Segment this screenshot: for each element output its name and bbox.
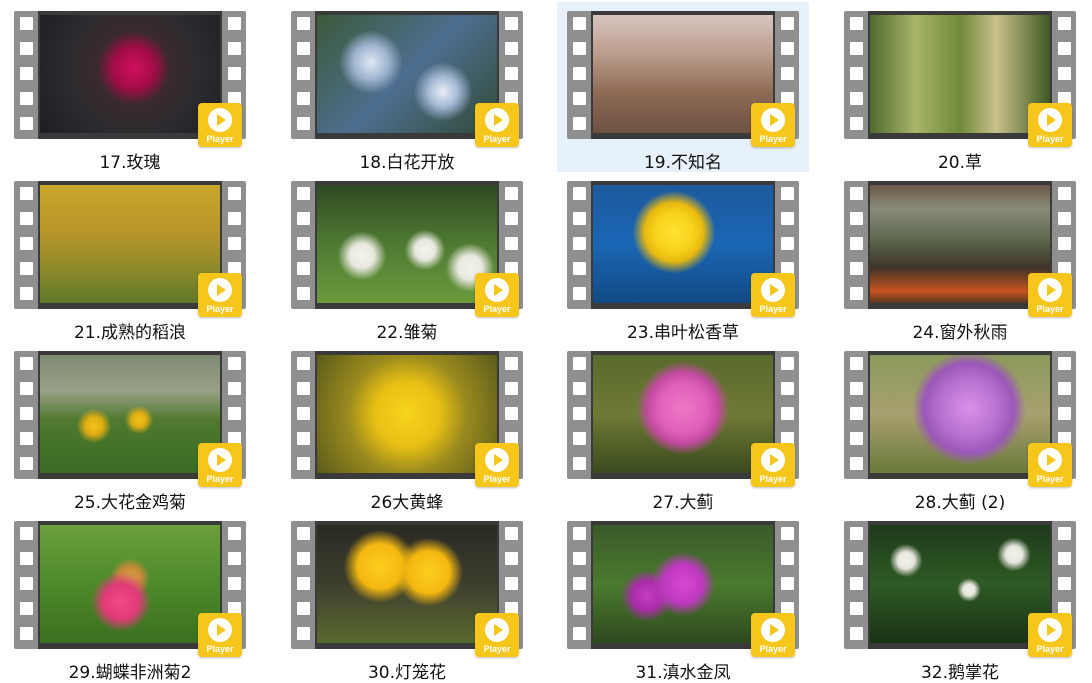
video-title: 26大黄蜂 bbox=[370, 493, 444, 513]
play-icon bbox=[761, 618, 785, 642]
video-title: 30.灯笼花 bbox=[367, 663, 447, 683]
player-badge[interactable]: Player bbox=[475, 443, 519, 487]
film-strip-thumbnail: Player bbox=[14, 11, 246, 147]
video-preview-image bbox=[870, 185, 1050, 303]
video-item[interactable]: Player 27.大蓟 bbox=[557, 342, 809, 513]
video-item[interactable]: Player 18.白花开放 bbox=[281, 2, 533, 173]
play-icon bbox=[208, 108, 232, 132]
video-preview-image bbox=[317, 525, 497, 643]
player-badge[interactable]: Player bbox=[1028, 103, 1072, 147]
video-item[interactable]: Player 23.串叶松香草 bbox=[557, 172, 809, 343]
play-icon bbox=[485, 278, 509, 302]
film-strip-thumbnail: Player bbox=[291, 521, 523, 657]
player-badge[interactable]: Player bbox=[1028, 273, 1072, 317]
video-title: 28.大蓟 (2) bbox=[914, 493, 1006, 513]
video-item[interactable]: Player 26大黄蜂 bbox=[281, 342, 533, 513]
video-preview-image bbox=[870, 15, 1050, 133]
video-title: 29.蝴蝶非洲菊2 bbox=[68, 663, 192, 683]
video-item[interactable]: Player 29.蝴蝶非洲菊2 bbox=[4, 512, 256, 683]
video-item[interactable]: Player 20.草 bbox=[834, 2, 1086, 173]
video-preview-image bbox=[317, 355, 497, 473]
video-preview-image bbox=[593, 525, 773, 643]
film-strip-thumbnail: Player bbox=[291, 181, 523, 317]
video-item[interactable]: Player 32.鹅掌花 bbox=[834, 512, 1086, 683]
film-strip-thumbnail: Player bbox=[291, 11, 523, 147]
play-icon bbox=[1038, 618, 1062, 642]
film-strip-thumbnail: Player bbox=[844, 181, 1076, 317]
video-item[interactable]: Player 31.滇水金凤 bbox=[557, 512, 809, 683]
play-icon bbox=[1038, 108, 1062, 132]
player-badge[interactable]: Player bbox=[198, 613, 242, 657]
video-title: 18.白花开放 bbox=[359, 153, 455, 173]
player-badge[interactable]: Player bbox=[751, 613, 795, 657]
film-strip-thumbnail: Player bbox=[567, 521, 799, 657]
player-badge[interactable]: Player bbox=[1028, 443, 1072, 487]
player-badge[interactable]: Player bbox=[475, 273, 519, 317]
film-strip-thumbnail: Player bbox=[844, 351, 1076, 487]
video-thumbnail-grid: Player 17.玫瑰 Player 18.白花开放 Player 19.不知… bbox=[0, 0, 1092, 683]
play-icon bbox=[208, 278, 232, 302]
video-item[interactable]: Player 17.玫瑰 bbox=[4, 2, 256, 173]
film-strip-thumbnail: Player bbox=[844, 11, 1076, 147]
video-preview-image bbox=[317, 185, 497, 303]
film-strip-thumbnail: Player bbox=[844, 521, 1076, 657]
film-strip-thumbnail: Player bbox=[567, 351, 799, 487]
video-preview-image bbox=[40, 15, 220, 133]
video-item[interactable]: Player 19.不知名 bbox=[557, 2, 809, 173]
player-badge[interactable]: Player bbox=[751, 443, 795, 487]
video-preview-image bbox=[593, 355, 773, 473]
video-preview-image bbox=[593, 15, 773, 133]
video-title: 24.窗外秋雨 bbox=[912, 323, 1008, 343]
play-icon bbox=[485, 448, 509, 472]
video-preview-image bbox=[870, 355, 1050, 473]
video-preview-image bbox=[593, 185, 773, 303]
player-badge[interactable]: Player bbox=[751, 103, 795, 147]
film-strip-thumbnail: Player bbox=[14, 351, 246, 487]
video-title: 25.大花金鸡菊 bbox=[73, 493, 187, 513]
video-preview-image bbox=[870, 525, 1050, 643]
video-title: 22.雏菊 bbox=[376, 323, 438, 343]
play-icon bbox=[761, 278, 785, 302]
film-strip-thumbnail: Player bbox=[567, 181, 799, 317]
play-icon bbox=[761, 448, 785, 472]
video-title: 27.大蓟 bbox=[652, 493, 714, 513]
video-title: 23.串叶松香草 bbox=[626, 323, 740, 343]
film-strip-thumbnail: Player bbox=[291, 351, 523, 487]
video-title: 17.玫瑰 bbox=[99, 153, 161, 173]
player-badge[interactable]: Player bbox=[198, 103, 242, 147]
play-icon bbox=[761, 108, 785, 132]
player-badge[interactable]: Player bbox=[475, 103, 519, 147]
video-item[interactable]: Player 22.雏菊 bbox=[281, 172, 533, 343]
video-title: 19.不知名 bbox=[643, 153, 723, 173]
play-icon bbox=[208, 448, 232, 472]
play-icon bbox=[1038, 278, 1062, 302]
video-item[interactable]: Player 21.成熟的稻浪 bbox=[4, 172, 256, 343]
player-badge[interactable]: Player bbox=[198, 273, 242, 317]
play-icon bbox=[485, 108, 509, 132]
play-icon bbox=[1038, 448, 1062, 472]
play-icon bbox=[485, 618, 509, 642]
video-item[interactable]: Player 28.大蓟 (2) bbox=[834, 342, 1086, 513]
player-badge[interactable]: Player bbox=[475, 613, 519, 657]
video-item[interactable]: Player 24.窗外秋雨 bbox=[834, 172, 1086, 343]
video-preview-image bbox=[317, 15, 497, 133]
player-badge[interactable]: Player bbox=[751, 273, 795, 317]
video-preview-image bbox=[40, 525, 220, 643]
film-strip-thumbnail: Player bbox=[14, 521, 246, 657]
video-preview-image bbox=[40, 185, 220, 303]
video-title: 21.成熟的稻浪 bbox=[73, 323, 187, 343]
video-preview-image bbox=[40, 355, 220, 473]
player-badge[interactable]: Player bbox=[198, 443, 242, 487]
film-strip-thumbnail: Player bbox=[14, 181, 246, 317]
player-badge[interactable]: Player bbox=[1028, 613, 1072, 657]
video-item[interactable]: Player 25.大花金鸡菊 bbox=[4, 342, 256, 513]
video-item[interactable]: Player 30.灯笼花 bbox=[281, 512, 533, 683]
play-icon bbox=[208, 618, 232, 642]
video-title: 32.鹅掌花 bbox=[920, 663, 1000, 683]
video-title: 31.滇水金凤 bbox=[635, 663, 731, 683]
film-strip-thumbnail: Player bbox=[567, 11, 799, 147]
video-title: 20.草 bbox=[937, 153, 983, 173]
